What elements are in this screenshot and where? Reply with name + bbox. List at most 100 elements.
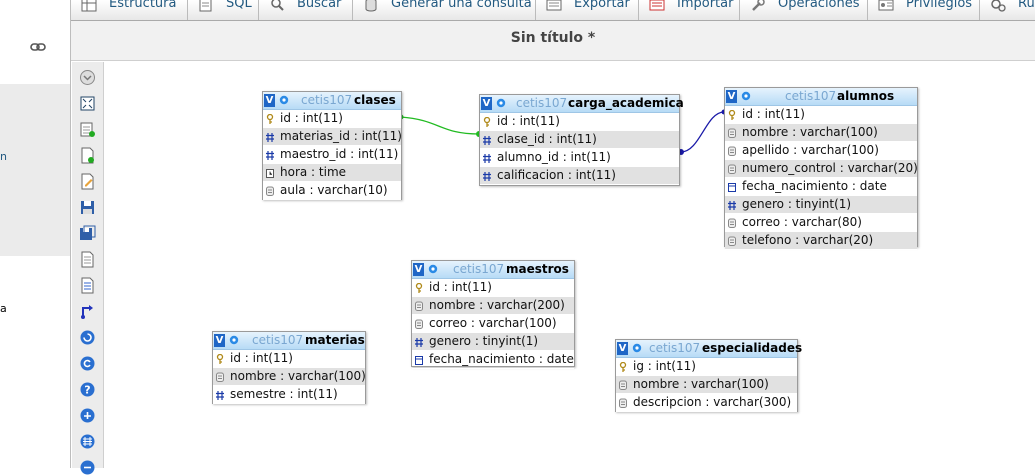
text-column-icon <box>728 128 736 138</box>
tab-label: Exportar <box>574 0 630 11</box>
navigation-text-fragment[interactable]: a <box>0 302 7 315</box>
table-header[interactable]: V cetis107 alumnos <box>725 88 917 106</box>
column-row[interactable]: calificacion : int(11) <box>480 167 679 185</box>
column-row[interactable]: descripcion : varchar(300) <box>616 394 797 412</box>
tab-generar-consulta[interactable]: Generar una consulta <box>353 0 536 20</box>
numeric-column-icon <box>728 201 736 210</box>
collapse-all-icon[interactable] <box>79 433 96 450</box>
column-row[interactable]: id : int(11) <box>412 279 574 297</box>
column-row[interactable]: ig : int(11) <box>616 358 797 376</box>
column-row[interactable]: nombre : varchar(100) <box>725 124 917 142</box>
table-header[interactable]: V cetis107 carga_academica <box>480 95 684 113</box>
column-row[interactable]: numero_control : varchar(20) <box>725 160 918 178</box>
angular-links-icon[interactable]: ? <box>79 381 96 398</box>
link-chain-icon[interactable] <box>30 42 46 52</box>
tab-importar[interactable]: Importar <box>639 0 740 20</box>
column-text: semestre : int(11) <box>230 387 338 401</box>
toggle-columns-button[interactable]: V <box>726 90 737 103</box>
save-as-icon[interactable] <box>79 225 96 242</box>
open-page-icon[interactable] <box>79 251 96 268</box>
key-icon <box>216 354 224 364</box>
edit-page-icon[interactable] <box>79 173 96 190</box>
tab-exportar[interactable]: Exportar <box>536 0 639 20</box>
table-box-especialidades[interactable]: V cetis107 especialidades ig : int(11) n… <box>615 339 802 412</box>
column-row[interactable]: alumno_id : int(11) <box>480 149 679 167</box>
tab-sql[interactable]: SQL <box>188 0 259 20</box>
column-row[interactable]: genero : tinyint(1) <box>412 333 574 351</box>
column-row[interactable]: telefono : varchar(20) <box>725 232 917 250</box>
toggle-columns-button[interactable]: V <box>264 94 275 107</box>
column-row[interactable]: correo : varchar(80) <box>725 214 917 232</box>
column-text: hora : time <box>280 165 347 179</box>
column-row[interactable]: genero : tinyint(1) <box>725 196 917 214</box>
toggle-columns-button[interactable]: V <box>617 342 628 355</box>
text-column-icon <box>619 380 627 390</box>
column-row[interactable]: nombre : varchar(100) <box>616 376 797 394</box>
table-box-carga-academica[interactable]: V cetis107 carga_academica id : int(11) … <box>479 94 684 186</box>
tab-buscar[interactable]: Buscar <box>259 0 353 20</box>
table-header[interactable]: V cetis107 maestros <box>412 261 574 279</box>
column-text: numero_control : varchar(20) <box>742 161 918 175</box>
toggle-menu-icon[interactable] <box>79 69 96 86</box>
gear-icon[interactable] <box>495 97 507 109</box>
table-db-name: cetis107 <box>252 333 304 347</box>
column-row[interactable]: id : int(11) <box>213 350 365 368</box>
help-icon[interactable] <box>79 355 96 372</box>
tab-rutinas[interactable]: Ru <box>980 0 1035 20</box>
reload-icon[interactable] <box>79 329 96 346</box>
column-row[interactable]: correo : varchar(100) <box>412 315 574 333</box>
column-text: calificacion : int(11) <box>497 168 616 182</box>
table-name: maestros <box>506 262 569 276</box>
table-box-alumnos[interactable]: V cetis107 alumnos id : int(11) nombre :… <box>724 87 918 250</box>
wrench-icon <box>752 0 765 11</box>
column-row[interactable]: id : int(11) <box>480 113 679 131</box>
column-text: nombre : varchar(200) <box>429 298 565 312</box>
tab-privilegios[interactable]: Privilegios <box>868 0 980 20</box>
table-header[interactable]: V cetis107 materias <box>213 332 365 350</box>
fullscreen-icon[interactable] <box>79 95 96 112</box>
column-row[interactable]: fecha_nacimiento : date <box>725 178 917 196</box>
table-db-name: cetis107 <box>516 96 568 110</box>
navigation-text-fragment[interactable]: n <box>0 150 7 163</box>
toggle-columns-button[interactable]: V <box>214 334 225 347</box>
relation-line-icon[interactable] <box>79 303 96 320</box>
gear-icon[interactable] <box>228 334 240 346</box>
column-text: correo : varchar(80) <box>742 215 862 229</box>
column-row[interactable]: apellido : varchar(100) <box>725 142 917 160</box>
snap-grid-icon[interactable] <box>79 407 96 424</box>
tab-label: Importar <box>677 0 734 11</box>
gear-icon[interactable] <box>427 263 439 275</box>
designer-page-title: Sin título * <box>510 30 596 46</box>
column-row[interactable]: aula : varchar(10) <box>263 182 401 200</box>
gear-icon[interactable] <box>631 342 643 354</box>
gear-icon[interactable] <box>740 90 752 102</box>
table-box-clases[interactable]: V cetis107 clases id : int(11) materias_… <box>262 91 402 200</box>
column-row[interactable]: fecha_nacimiento : date <box>412 351 574 369</box>
table-box-maestros[interactable]: V cetis107 maestros id : int(11) nombre … <box>411 260 575 369</box>
tab-operaciones[interactable]: Operaciones <box>740 0 868 20</box>
delete-page-icon[interactable] <box>79 277 96 294</box>
column-row[interactable]: nombre : varchar(200) <box>412 297 574 315</box>
table-header[interactable]: V cetis107 especialidades <box>616 340 802 358</box>
column-row[interactable]: id : int(11) <box>725 106 917 124</box>
tab-label: Operaciones <box>778 0 860 11</box>
column-row[interactable]: id : int(11) <box>263 110 401 128</box>
column-row[interactable]: semestre : int(11) <box>213 386 365 404</box>
column-row[interactable]: materias_id : int(11) <box>263 128 402 146</box>
toggle-columns-button[interactable]: V <box>481 97 492 110</box>
query-icon <box>365 0 377 12</box>
new-page-icon[interactable] <box>79 147 96 164</box>
table-header[interactable]: V cetis107 clases <box>263 92 401 110</box>
table-box-materias[interactable]: V cetis107 materias id : int(11) nombre … <box>212 331 366 404</box>
numeric-column-icon <box>483 172 491 181</box>
column-row[interactable]: maestro_id : int(11) <box>263 146 401 164</box>
tab-estructura[interactable]: Estructura <box>71 0 188 20</box>
save-icon[interactable] <box>79 199 96 216</box>
text-column-icon <box>728 236 736 246</box>
gear-icon[interactable] <box>278 94 290 106</box>
toggle-columns-button[interactable]: V <box>413 263 424 276</box>
column-row[interactable]: hora : time <box>263 164 401 182</box>
add-tables-icon[interactable] <box>79 121 96 138</box>
column-row[interactable]: clase_id : int(11) <box>480 131 679 149</box>
column-row[interactable]: nombre : varchar(100) <box>213 368 366 386</box>
